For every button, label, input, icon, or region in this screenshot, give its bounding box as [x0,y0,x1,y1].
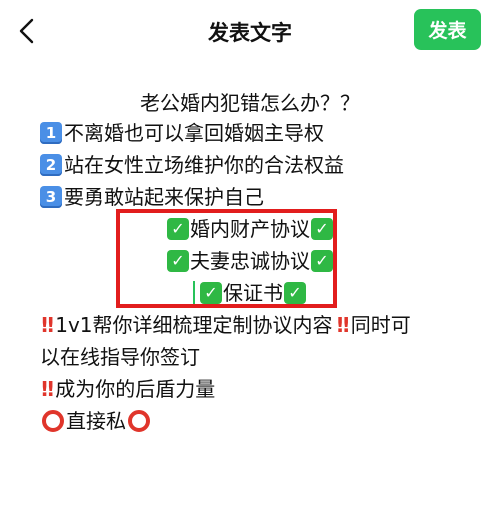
keycap-two-icon: 2 [40,154,62,176]
keycap-three-icon: 3 [40,186,62,208]
service-text-tail: 同时可 [350,313,411,337]
keycap-one-icon: 1 [40,122,62,144]
shield-line: !! 成为你的后盾力量 [40,374,215,404]
point-text: 不离婚也可以拿回婚姻主导权 [64,121,324,145]
red-highlight-box [116,209,337,308]
contact-line: 直接私 [40,406,152,436]
service-text: 1v1帮你详细梳理定制协议内容 [55,313,333,337]
point-line-3: 3 要勇敢站起来保护自己 [40,182,264,212]
point-text: 要勇敢站起来保护自己 [64,185,264,209]
point-line-1: 1 不离婚也可以拿回婚姻主导权 [40,118,324,148]
double-exclamation-icon: !! [40,377,55,401]
double-exclamation-icon: !! [40,313,55,337]
post-title-text: 老公婚内犯错怎么办？？ [140,91,360,115]
publish-button[interactable]: 发表 [414,9,481,50]
contact-text: 直接私 [66,409,126,433]
service-line-2: 以在线指导你签订 [40,342,200,372]
red-circle-icon [128,410,150,432]
service-text-2: 以在线指导你签订 [40,345,200,369]
red-circle-icon [42,410,64,432]
double-exclamation-icon: !! [335,313,351,337]
point-text: 站在女性立场维护你的合法权益 [64,153,344,177]
top-bar: 发表文字 发表 [0,0,500,64]
post-title-line: 老公婚内犯错怎么办？？ [0,88,500,118]
service-line-1: !! 1v1帮你详细梳理定制协议内容 !! 同时可 [40,310,411,340]
shield-text: 成为你的后盾力量 [55,377,216,401]
point-line-2: 2 站在女性立场维护你的合法权益 [40,150,344,180]
